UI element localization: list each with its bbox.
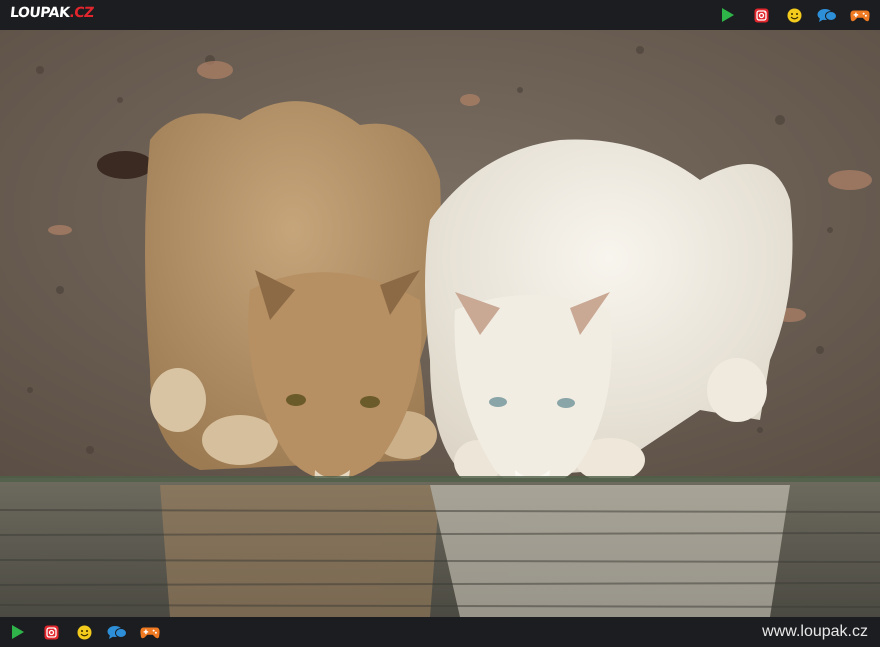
top-icon-group <box>705 5 870 25</box>
logo-main-text: LOUPAK <box>9 5 71 21</box>
chat-icon[interactable] <box>817 5 837 25</box>
tawny-lioness <box>145 101 441 512</box>
photo-illustration <box>0 30 880 617</box>
play-icon[interactable] <box>718 5 738 25</box>
logo-tld-text: .CZ <box>68 5 95 21</box>
play-icon[interactable] <box>8 622 28 642</box>
gamepad-icon[interactable] <box>140 622 160 642</box>
chat-icon[interactable] <box>107 622 127 642</box>
site-logo[interactable]: LOUPAK .CZ <box>9 5 94 21</box>
smiley-icon[interactable] <box>784 5 804 25</box>
smiley-icon[interactable] <box>74 622 94 642</box>
photo-lionesses-drinking <box>0 30 880 617</box>
instagram-icon[interactable] <box>751 5 771 25</box>
water-reflection <box>160 485 790 617</box>
bottom-icon-group <box>8 622 173 642</box>
gamepad-icon[interactable] <box>850 5 870 25</box>
top-bar: LOUPAK .CZ <box>0 0 880 30</box>
bottom-bar: www.loupak.cz <box>0 617 880 647</box>
instagram-icon[interactable] <box>41 622 61 642</box>
site-url-link[interactable]: www.loupak.cz <box>762 623 868 641</box>
